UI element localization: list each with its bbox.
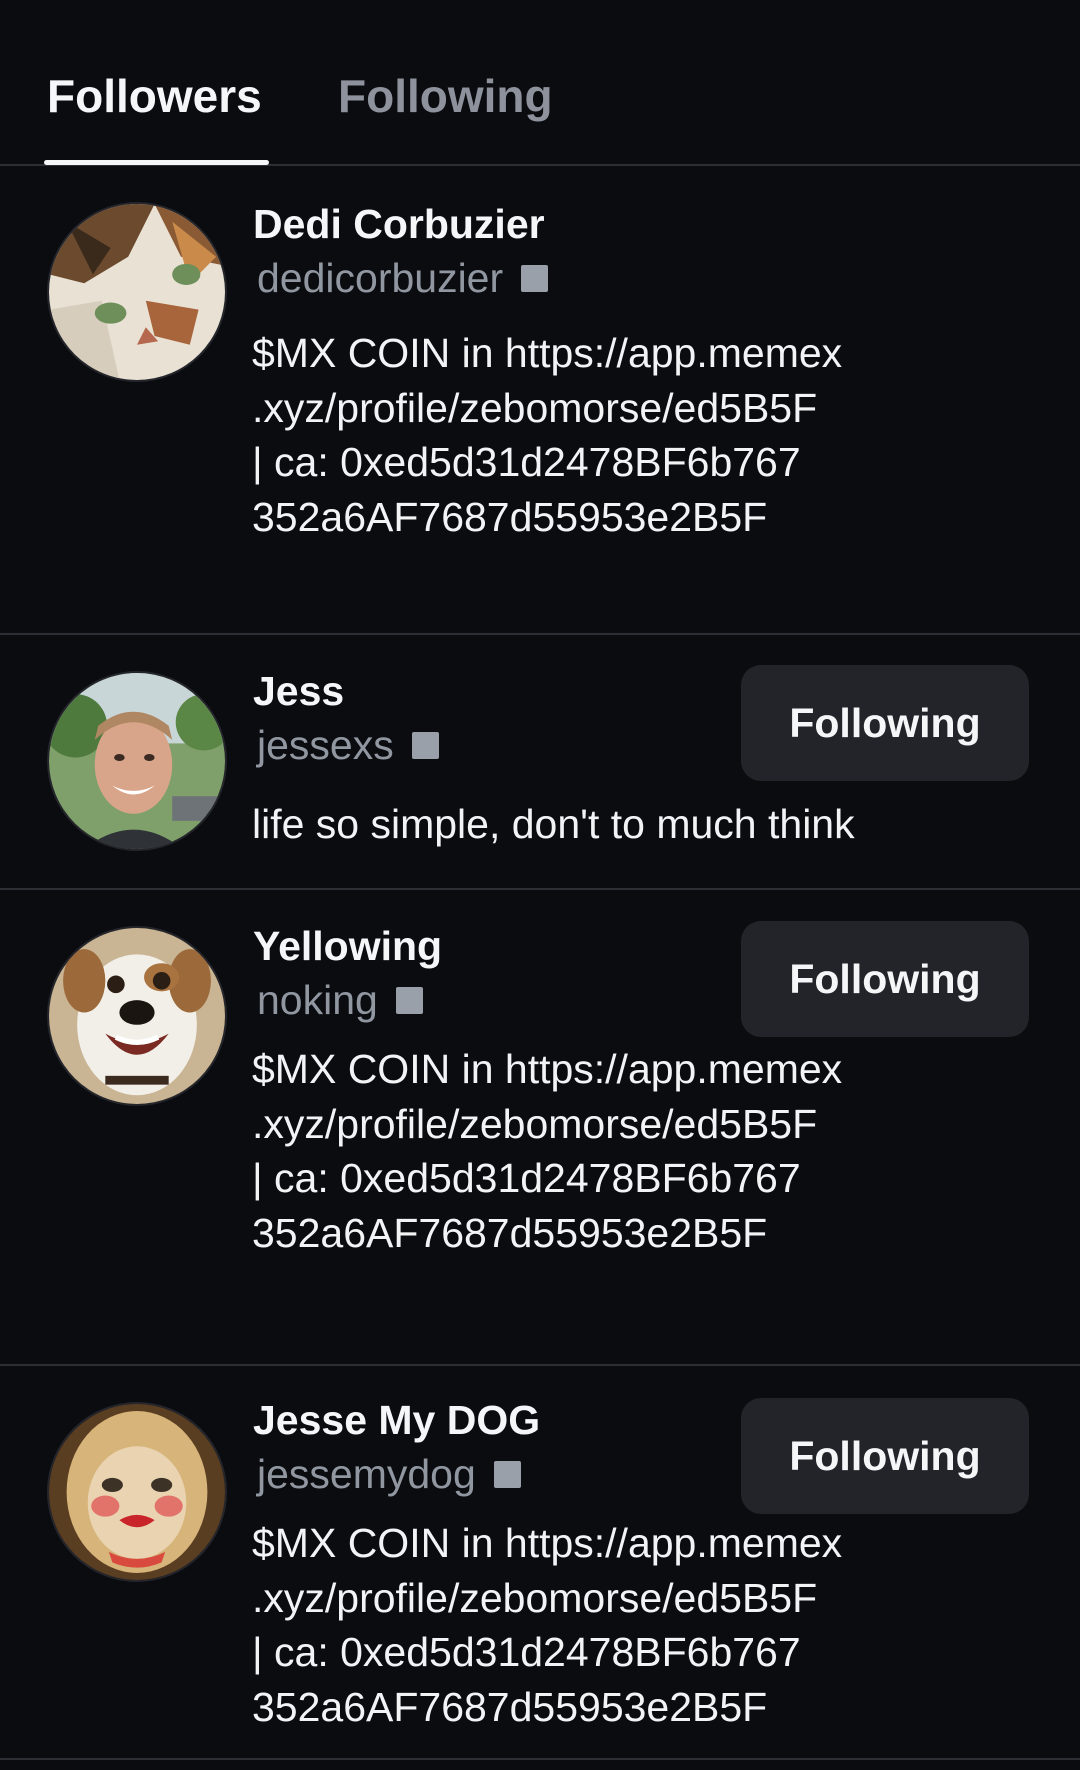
user-handle-row: jessexs bbox=[257, 719, 439, 771]
verified-badge-icon bbox=[521, 264, 549, 292]
user-handle: jessexs bbox=[257, 722, 394, 768]
makeup-cat-avatar[interactable] bbox=[47, 1402, 227, 1582]
following-button[interactable]: Following bbox=[741, 665, 1029, 781]
following-button[interactable]: Following bbox=[741, 1398, 1029, 1514]
user-bio: $MX COIN in https://app.memex .xyz/profi… bbox=[252, 1046, 843, 1256]
cartoon-dog-avatar[interactable] bbox=[47, 926, 227, 1106]
list-item[interactable]: Dedi Corbuzier dedicorbuzier $MX COIN in… bbox=[0, 166, 1080, 635]
user-bio: life so simple, don't to much think bbox=[252, 801, 855, 847]
list-item[interactable]: Jesse My DOG jessemydog $MX COIN in http… bbox=[0, 1366, 1080, 1760]
verified-badge-icon bbox=[493, 1460, 521, 1488]
user-name[interactable]: Jess bbox=[253, 665, 344, 717]
user-handle-row: dedicorbuzier bbox=[257, 252, 549, 304]
user-handle: dedicorbuzier bbox=[257, 255, 504, 301]
user-handle: jessemydog bbox=[257, 1451, 476, 1497]
verified-badge-icon bbox=[411, 731, 439, 759]
person-photo-avatar[interactable] bbox=[47, 671, 227, 851]
calico-cat-avatar[interactable] bbox=[47, 202, 227, 382]
list-item[interactable]: Yellowing noking $MX COIN in https://app… bbox=[0, 890, 1080, 1366]
user-bio: $MX COIN in https://app.memex .xyz/profi… bbox=[252, 1520, 843, 1730]
tab-following[interactable]: Following bbox=[338, 66, 553, 126]
user-name[interactable]: Jesse My DOG bbox=[253, 1394, 540, 1446]
user-handle-row: jessemydog bbox=[257, 1448, 521, 1500]
list-item[interactable]: Jess jessexs life so simple, don't to mu… bbox=[0, 635, 1080, 890]
user-name[interactable]: Yellowing bbox=[253, 920, 442, 972]
following-button[interactable]: Following bbox=[741, 921, 1029, 1037]
tab-followers[interactable]: Followers bbox=[47, 66, 262, 126]
verified-badge-icon bbox=[395, 986, 423, 1014]
tab-bar: Followers Following bbox=[0, 0, 1080, 166]
user-name[interactable]: Dedi Corbuzier bbox=[253, 198, 545, 250]
user-handle-row: noking bbox=[257, 974, 423, 1026]
user-bio: $MX COIN in https://app.memex .xyz/profi… bbox=[252, 330, 843, 540]
user-handle: noking bbox=[257, 977, 378, 1023]
active-tab-indicator bbox=[44, 160, 269, 165]
